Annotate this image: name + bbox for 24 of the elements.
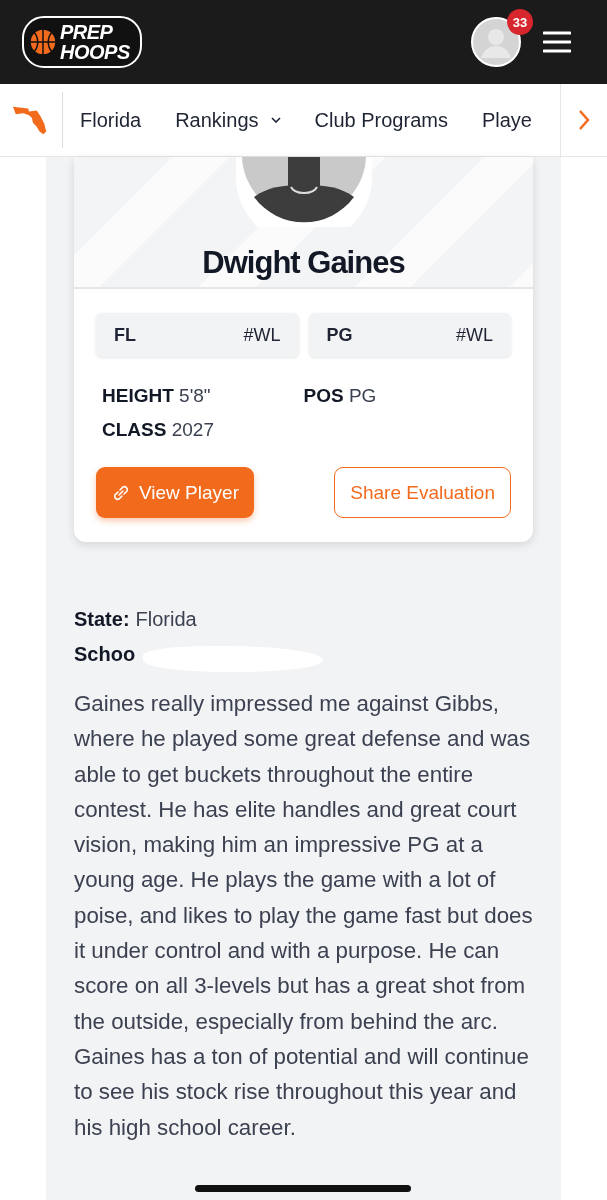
logo[interactable]: PREP HOOPS (22, 16, 142, 68)
detail-label: State: (74, 607, 130, 632)
logo-text: PREP (60, 22, 114, 42)
nav-link[interactable]: Florida (80, 108, 142, 132)
nav-link[interactable]: Playe (481, 108, 532, 132)
chip-rank: #WL (243, 324, 281, 346)
detail-label: Schoo (74, 642, 136, 667)
player-name: Dwight Gaines (202, 245, 405, 281)
chevron-down-icon (270, 117, 281, 123)
evaluation-text: Gaines really impressed me against Gibbs, where he played some great defense and was able to get buckets throughout the entire contest. He has elite handles and great court vision, making him an impressive PG at a young age. He plays the game with a lot of poise, and likes to play the game fast but does it under control and with a purpose. He can score on all 3-levels but has a great shot from the outside, especially from behind the arc. Gaines has a ton of potential and will continue to see his stock rise throughout this year and his high school career. (74, 690, 533, 1142)
logo-text: HOOPS (60, 42, 130, 62)
nav-link[interactable]: Rankings (175, 108, 281, 132)
nav-link[interactable]: Club Programs (314, 108, 448, 132)
detail-value: Florida (135, 607, 197, 632)
menu-icon[interactable] (543, 31, 571, 53)
player-stat: HEIGHT 5'8" (102, 385, 212, 407)
player-stat: POS PG (303, 385, 378, 407)
chevron-right-icon[interactable] (578, 109, 590, 131)
chip-rank: #WL (456, 324, 493, 346)
notification-badge: 33 (507, 9, 533, 35)
player-stat: CLASS 2027 (102, 419, 215, 441)
chip-label: PG (326, 324, 353, 346)
basketball-icon (28, 27, 58, 57)
chip-label: FL (114, 324, 136, 346)
